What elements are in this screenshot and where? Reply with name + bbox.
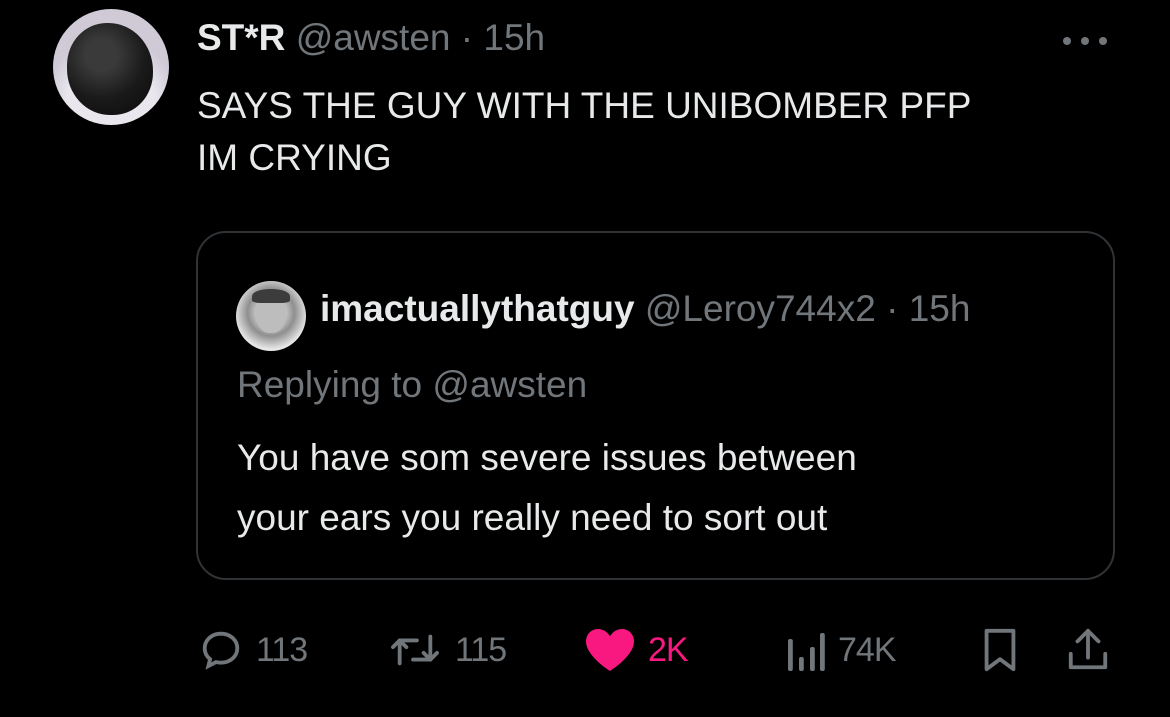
tweet-text-line: SAYS THE GUY WITH THE UNIBOMBER PFP: [197, 85, 972, 126]
like-count: 2K: [648, 630, 689, 669]
more-dot: [1063, 37, 1071, 45]
tweet-header: ST*R @awsten · 15h: [197, 14, 545, 62]
more-options-icon[interactable]: [1063, 34, 1111, 48]
quoted-text-line: You have som severe issues between: [237, 437, 857, 478]
author-display-name[interactable]: ST*R: [197, 17, 285, 58]
tweet-card: ST*R @awsten · 15h SAYS THE GUY WITH THE…: [0, 0, 1170, 717]
share-button[interactable]: [1066, 620, 1110, 680]
analytics-icon: [788, 633, 825, 671]
retweet-icon: [391, 634, 439, 666]
header-separator: ·: [460, 17, 474, 58]
replying-to-label: Replying to @awsten: [237, 364, 588, 405]
heart-icon: [586, 629, 634, 671]
quoted-author-handle[interactable]: @Leroy744x2: [645, 285, 876, 333]
tweet-text: SAYS THE GUY WITH THE UNIBOMBER PFP IM C…: [197, 80, 1117, 184]
author-avatar[interactable]: [53, 9, 169, 125]
quoted-tweet[interactable]: imactuallythatguy @Leroy744x2 · 15h Repl…: [196, 231, 1115, 580]
reply-count: 113: [256, 630, 308, 669]
views-count: 74K: [838, 630, 896, 669]
author-handle[interactable]: @awsten: [296, 17, 451, 58]
retweet-button[interactable]: 115: [387, 620, 507, 680]
quoted-author-display-name[interactable]: imactuallythatguy: [320, 285, 635, 333]
quoted-tweet-timestamp[interactable]: 15h: [909, 288, 971, 329]
quoted-tweet-text: You have som severe issues between your …: [237, 428, 1097, 548]
more-dot: [1099, 37, 1107, 45]
quoted-author-avatar[interactable]: [236, 281, 306, 351]
avatar-hair: [67, 23, 153, 115]
share-icon: [1068, 628, 1108, 670]
quoted-tweet-header: imactuallythatguy @Leroy744x2 · 15h: [320, 285, 1080, 333]
views-button[interactable]: 74K: [786, 620, 896, 680]
avatar-hair: [252, 289, 290, 303]
bookmark-button[interactable]: [979, 620, 1021, 680]
quoted-text-line: your ears you really need to sort out: [237, 497, 828, 538]
quoted-header-separator: ·: [886, 288, 899, 329]
tweet-text-line: IM CRYING: [197, 137, 392, 178]
like-button[interactable]: 2K: [584, 620, 689, 680]
action-bar: 113 115 2K 74K: [0, 620, 1170, 680]
reply-button[interactable]: 113: [198, 620, 308, 680]
reply-icon: [202, 631, 240, 670]
retweet-count: 115: [455, 630, 507, 669]
more-dot: [1081, 37, 1089, 45]
tweet-timestamp[interactable]: 15h: [483, 17, 545, 58]
bookmark-icon: [984, 628, 1016, 672]
